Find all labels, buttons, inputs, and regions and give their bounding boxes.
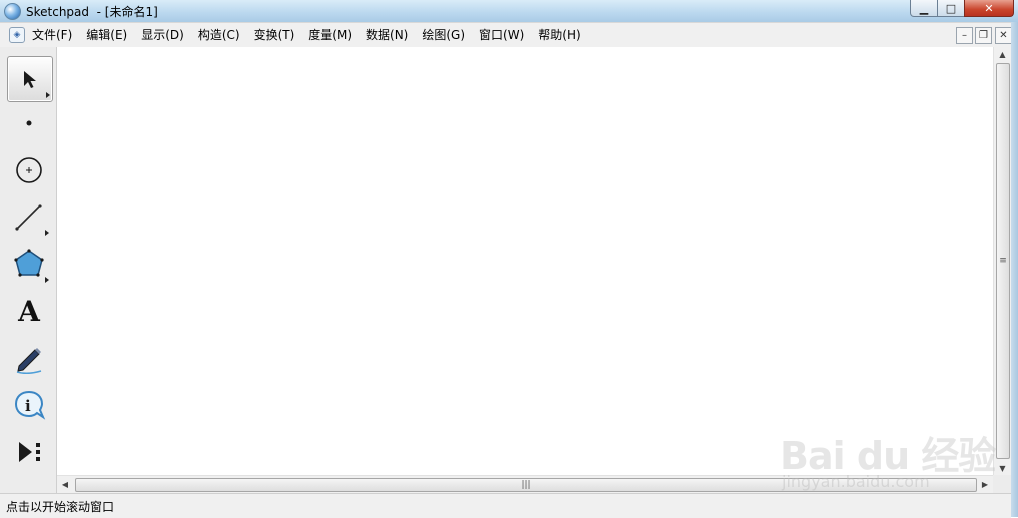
toolbox: A i: [0, 47, 57, 493]
menu-measure[interactable]: 度量(M): [308, 23, 352, 47]
status-text: 点击以开始滚动窗口: [6, 500, 115, 514]
compass-tool[interactable]: [7, 148, 51, 192]
arrow-left-icon: ◀: [61, 480, 69, 489]
grip-icon: ≡: [999, 256, 1007, 266]
document-restore-button[interactable]: ❐: [975, 27, 992, 44]
grip-icon: |||: [521, 480, 531, 490]
scroll-right-button[interactable]: ▶: [977, 476, 993, 493]
information-tool[interactable]: i: [7, 383, 51, 427]
menu-transform[interactable]: 变换(T): [254, 23, 295, 47]
text-a-icon: A: [18, 294, 40, 328]
arrow-down-icon: ▼: [999, 463, 1006, 473]
menu-data[interactable]: 数据(N): [366, 23, 408, 47]
vertical-scrollbar[interactable]: ▲ ≡ ▼: [993, 47, 1011, 475]
point-icon: [26, 120, 32, 126]
vertical-scroll-thumb[interactable]: ≡: [996, 63, 1010, 459]
close-icon: ✕: [984, 1, 994, 15]
sketch-canvas[interactable]: [57, 47, 993, 475]
menu-window[interactable]: 窗口(W): [479, 23, 524, 47]
minimize-button[interactable]: ▁: [910, 0, 938, 17]
menu-bar: ◈ 文件(F) 编辑(E) 显示(D) 构造(C) 变换(T) 度量(M) 数据…: [0, 22, 1018, 48]
segment-icon: [15, 204, 42, 231]
point-tool[interactable]: [7, 101, 51, 145]
restore-icon: ❐: [979, 30, 988, 41]
horizontal-scroll-thumb[interactable]: |||: [75, 478, 977, 492]
svg-text:i: i: [25, 397, 31, 415]
marker-tool[interactable]: [7, 336, 51, 380]
marker-pen-icon: [16, 348, 42, 374]
menu-graph[interactable]: 绘图(G): [422, 23, 465, 47]
scroll-corner: [993, 475, 1011, 493]
maximize-button[interactable]: □: [937, 0, 965, 17]
arrow-select-tool[interactable]: [7, 56, 53, 102]
document-minimize-button[interactable]: –: [956, 27, 973, 44]
menu-file[interactable]: 文件(F): [32, 23, 72, 47]
arrow-right-icon: ▶: [981, 480, 989, 489]
polygon-tool[interactable]: [7, 242, 51, 286]
pentagon-icon: [14, 249, 44, 277]
menu-edit[interactable]: 编辑(E): [86, 23, 127, 47]
arrow-up-icon: ▲: [999, 49, 1006, 59]
scroll-down-button[interactable]: ▼: [994, 461, 1011, 475]
document-icon[interactable]: ◈: [9, 27, 25, 43]
info-icon: i: [14, 390, 46, 420]
document-close-button[interactable]: ✕: [995, 27, 1012, 44]
circle-icon: [16, 157, 42, 183]
window-frame-border: [1011, 22, 1018, 517]
text-tool[interactable]: A: [7, 289, 51, 333]
sketchpad-app-icon[interactable]: [4, 3, 21, 20]
minimize-icon: –: [962, 30, 967, 41]
menu-display[interactable]: 显示(D): [141, 23, 184, 47]
custom-tool[interactable]: [7, 430, 51, 474]
title-bar: Sketchpad - [未命名1] ▁ □ ✕: [0, 0, 1018, 22]
maximize-icon: □: [945, 1, 957, 15]
close-icon: ✕: [999, 30, 1008, 41]
menu-construct[interactable]: 构造(C): [198, 23, 240, 47]
scroll-up-button[interactable]: ▲: [994, 47, 1011, 61]
close-button[interactable]: ✕: [964, 0, 1014, 17]
submenu-arrow-icon: [46, 92, 50, 98]
menu-items: 文件(F) 编辑(E) 显示(D) 构造(C) 变换(T) 度量(M) 数据(N…: [32, 23, 595, 47]
arrow-icon: [24, 71, 36, 88]
menu-help[interactable]: 帮助(H): [538, 23, 580, 47]
minimize-icon: ▁: [919, 1, 929, 15]
submenu-arrow-icon: [45, 277, 49, 283]
custom-tool-icon: [19, 442, 40, 462]
window-title: Sketchpad - [未命名1]: [26, 5, 158, 19]
scroll-left-button[interactable]: ◀: [57, 476, 73, 493]
submenu-arrow-icon: [45, 230, 49, 236]
horizontal-scrollbar[interactable]: ◀ ||| ▶: [57, 475, 993, 493]
straightedge-tool[interactable]: [7, 195, 51, 239]
status-bar: 点击以开始滚动窗口: [0, 493, 1011, 518]
